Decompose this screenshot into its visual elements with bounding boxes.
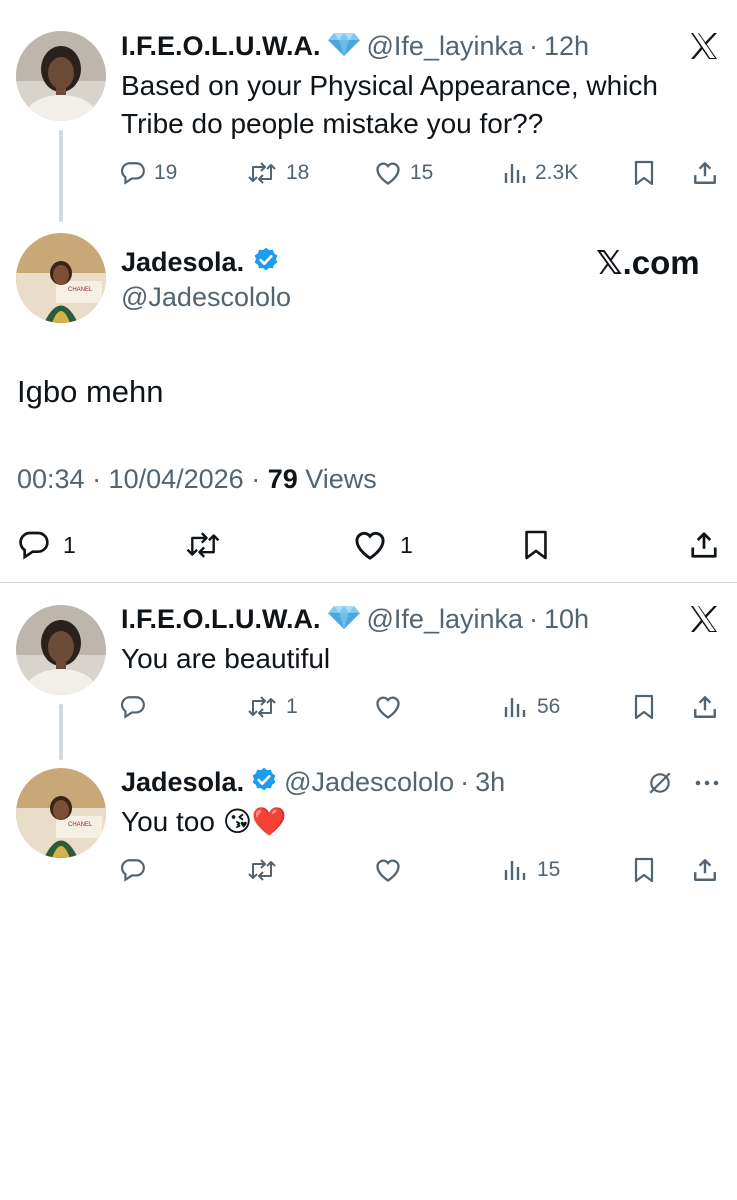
like-button[interactable]: 1: [352, 529, 413, 561]
heart-icon: [352, 529, 388, 561]
bookmark-icon[interactable]: [521, 529, 551, 561]
post-datetime[interactable]: 00:34 · 10/04/2026 ·: [17, 464, 268, 494]
reply-count: 19: [154, 161, 178, 184]
reply-icon: [17, 529, 51, 561]
views-icon: [503, 161, 527, 185]
post-text-line-1: Based on your Physical Appearance, which: [121, 70, 658, 101]
more-icon[interactable]: [692, 768, 722, 798]
author-handle[interactable]: @Jadescololo: [284, 767, 454, 798]
svg-text:CHANEL: CHANEL: [68, 287, 93, 293]
author-name[interactable]: I.F.E.O.L.U.W.A.: [121, 604, 321, 635]
reply-icon: [120, 694, 146, 720]
author-name[interactable]: I.F.E.O.L.U.W.A.: [121, 31, 321, 62]
repost-button[interactable]: [246, 855, 278, 885]
diamond-icon: [327, 31, 361, 62]
reply-icon: [120, 857, 146, 883]
separator-dot: ·: [529, 30, 539, 61]
views-button[interactable]: 2.3K: [503, 158, 578, 188]
avatar-ifeoluwa[interactable]: [16, 31, 106, 121]
author-handle[interactable]: @Ife_layinka: [367, 31, 524, 62]
reply-count: 1: [63, 531, 76, 558]
repost-icon: [246, 160, 278, 186]
thread-line: [59, 704, 63, 760]
author-name[interactable]: Jadesola.: [121, 767, 244, 798]
like-count: 1: [400, 531, 413, 558]
grok-icon[interactable]: [645, 768, 675, 798]
separator-dot: ·: [460, 766, 470, 797]
share-icon[interactable]: [691, 692, 719, 722]
reply-button[interactable]: [120, 855, 146, 885]
views-count: 2.3K: [535, 161, 579, 184]
post-time[interactable]: 12h: [544, 31, 589, 62]
share-icon[interactable]: [691, 855, 719, 885]
views-count: 56: [537, 695, 561, 718]
views-button[interactable]: 15: [503, 855, 560, 885]
author-handle[interactable]: @Ife_layinka: [367, 604, 524, 635]
like-button[interactable]: [374, 692, 402, 722]
reply-button[interactable]: 19: [120, 158, 177, 188]
avatar-jadesola[interactable]: CHANEL: [16, 768, 106, 858]
like-button[interactable]: [374, 855, 402, 885]
reply-button[interactable]: 1: [17, 529, 76, 561]
verified-badge-icon: [252, 246, 280, 279]
views-icon: [503, 695, 527, 719]
divider: [0, 582, 737, 583]
bookmark-icon[interactable]: [631, 158, 657, 188]
repost-button[interactable]: 18: [246, 158, 309, 188]
repost-button[interactable]: 1: [246, 692, 298, 722]
brand-label: 𝕏.com: [596, 244, 700, 281]
post-text: You too: [121, 806, 215, 837]
views-number: 79: [267, 464, 298, 494]
like-count: 15: [410, 161, 434, 184]
views-icon: [503, 858, 527, 882]
avatar-jadesola[interactable]: CHANEL: [16, 233, 106, 323]
author-name[interactable]: Jadesola.: [121, 247, 244, 278]
svg-text:CHANEL: CHANEL: [68, 822, 93, 828]
avatar-ifeoluwa[interactable]: [16, 605, 106, 695]
views-count: 15: [537, 858, 561, 881]
x-logo-icon[interactable]: [687, 30, 721, 62]
share-icon[interactable]: [691, 158, 719, 188]
post-text: Igbo mehn: [17, 374, 164, 409]
views-button[interactable]: 56: [503, 692, 560, 722]
repost-count: 18: [286, 161, 310, 184]
reply-icon: [120, 160, 146, 186]
post-text-line-2: Tribe do people mistake you for??: [121, 108, 544, 139]
share-icon[interactable]: [688, 529, 720, 561]
repost-icon: [184, 529, 222, 561]
verified-badge-icon: [250, 766, 278, 799]
repost-icon: [246, 857, 278, 883]
author-handle[interactable]: @Jadescololo: [121, 282, 291, 313]
post-text: You are beautiful: [121, 643, 331, 674]
emoji: 😘❤️: [222, 805, 287, 838]
views-label: Views: [297, 464, 377, 494]
repost-button[interactable]: [184, 529, 222, 561]
thread-line: [59, 130, 63, 222]
post-time[interactable]: 3h: [475, 767, 505, 798]
heart-icon: [374, 694, 402, 720]
repost-icon: [246, 694, 278, 720]
x-logo-icon[interactable]: [687, 603, 721, 635]
bookmark-icon[interactable]: [631, 692, 657, 722]
post-time[interactable]: 10h: [544, 604, 589, 635]
like-button[interactable]: 15: [374, 158, 433, 188]
separator-dot: ·: [529, 603, 539, 634]
repost-count: 1: [286, 695, 298, 718]
bookmark-icon[interactable]: [631, 855, 657, 885]
heart-icon: [374, 160, 402, 186]
reply-button[interactable]: [120, 692, 146, 722]
diamond-icon: [327, 604, 361, 635]
heart-icon: [374, 857, 402, 883]
